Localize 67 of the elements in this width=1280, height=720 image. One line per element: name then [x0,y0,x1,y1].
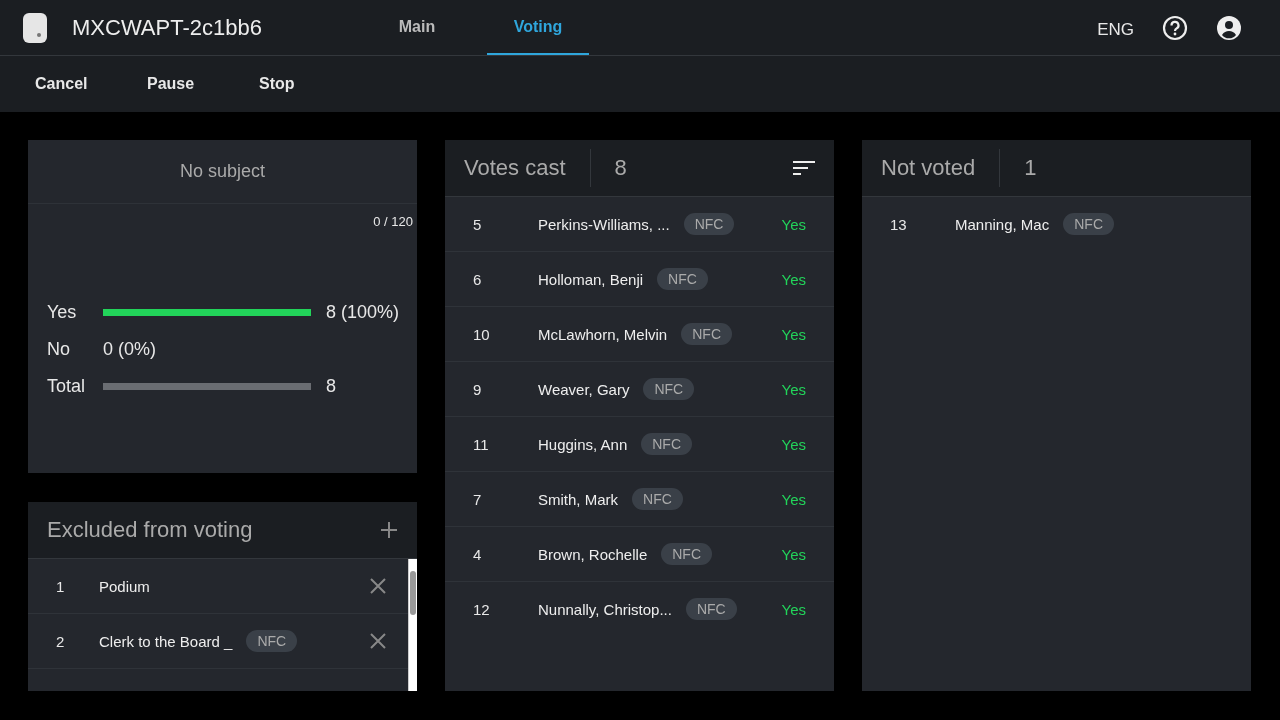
member-name: Clerk to the Board _ [99,632,233,650]
vote-value: Yes [781,215,806,233]
nfc-tag: NFC [1063,213,1114,235]
member-name: Manning, Mac [955,215,1050,233]
scrollbar[interactable] [408,559,417,691]
member-name: McLawhorn, Melvin [538,325,668,343]
row-number: 5 [473,215,483,233]
panel-title: Excluded from voting [47,517,253,543]
panel-title: Not voted [881,155,976,181]
account-icon[interactable] [1216,14,1242,41]
vote-value: Yes [781,325,806,343]
result-label: Yes [47,301,78,323]
row-number: 10 [473,325,491,343]
member-name: Smith, Mark [538,490,618,508]
device-title: MXCWAPT-2c1bb6 [72,14,263,41]
nfc-tag: NFC [661,543,712,565]
member-name: Perkins-Williams, ... [538,215,670,233]
vote-value: Yes [781,380,806,398]
member-name: Holloman, Benji [538,270,644,288]
member-name: Podium [99,577,150,595]
panel-title: Votes cast [464,155,566,181]
result-value: 8 (100%) [326,301,400,323]
tab[interactable]: Main [377,0,457,55]
add-icon[interactable] [380,521,398,539]
panel-count: 8 [614,155,627,181]
close-icon[interactable] [369,577,387,595]
nfc-tag: NFC [643,378,695,400]
vote-value: Yes [781,545,806,563]
nfc-tag: NFC [683,213,735,235]
vote-value: Yes [781,270,806,288]
nfc-tag: NFC [632,488,683,510]
row-number: 1 [56,577,66,595]
counter-text: 0 / 120 [372,213,414,229]
result-label: No [47,338,71,360]
row-number: 6 [473,270,483,288]
row-number: 11 [473,435,490,453]
vote-value: Yes [781,435,806,453]
help-icon[interactable] [1162,14,1188,41]
result-value: 8 [326,375,336,397]
row-number: 4 [473,545,483,563]
close-icon[interactable] [369,632,387,650]
member-name: Brown, Rochelle [538,545,648,563]
row-number: 9 [473,380,483,398]
panel-count: 1 [1024,155,1037,181]
subject-title: No subject [28,140,417,204]
member-name: Weaver, Gary [538,380,630,398]
nfc-tag: NFC [681,323,732,345]
row-number: 7 [473,490,483,508]
nfc-tag: NFC [685,598,737,620]
nfc-tag: NFC [246,630,298,652]
row-number: 13 [890,215,908,233]
toolbar-button[interactable]: Stop [259,75,371,93]
device-icon [22,11,48,44]
toolbar-button[interactable]: Pause [147,75,259,93]
vote-value: Yes [781,600,806,618]
toolbar-button[interactable]: Cancel [35,75,147,93]
nfc-tag: NFC [641,433,692,455]
row-number: 2 [56,632,66,650]
vote-value: Yes [781,490,806,508]
result-label: Total [47,375,87,397]
member-name: Nunnally, Christop... [538,600,672,618]
language-button[interactable]: ENG [1097,19,1134,40]
row-number: 12 [473,600,491,618]
member-name: Huggins, Ann [538,435,628,453]
result-value: 0 (0%) [103,338,156,360]
nfc-tag: NFC [657,268,708,290]
sort-icon[interactable] [793,160,815,176]
